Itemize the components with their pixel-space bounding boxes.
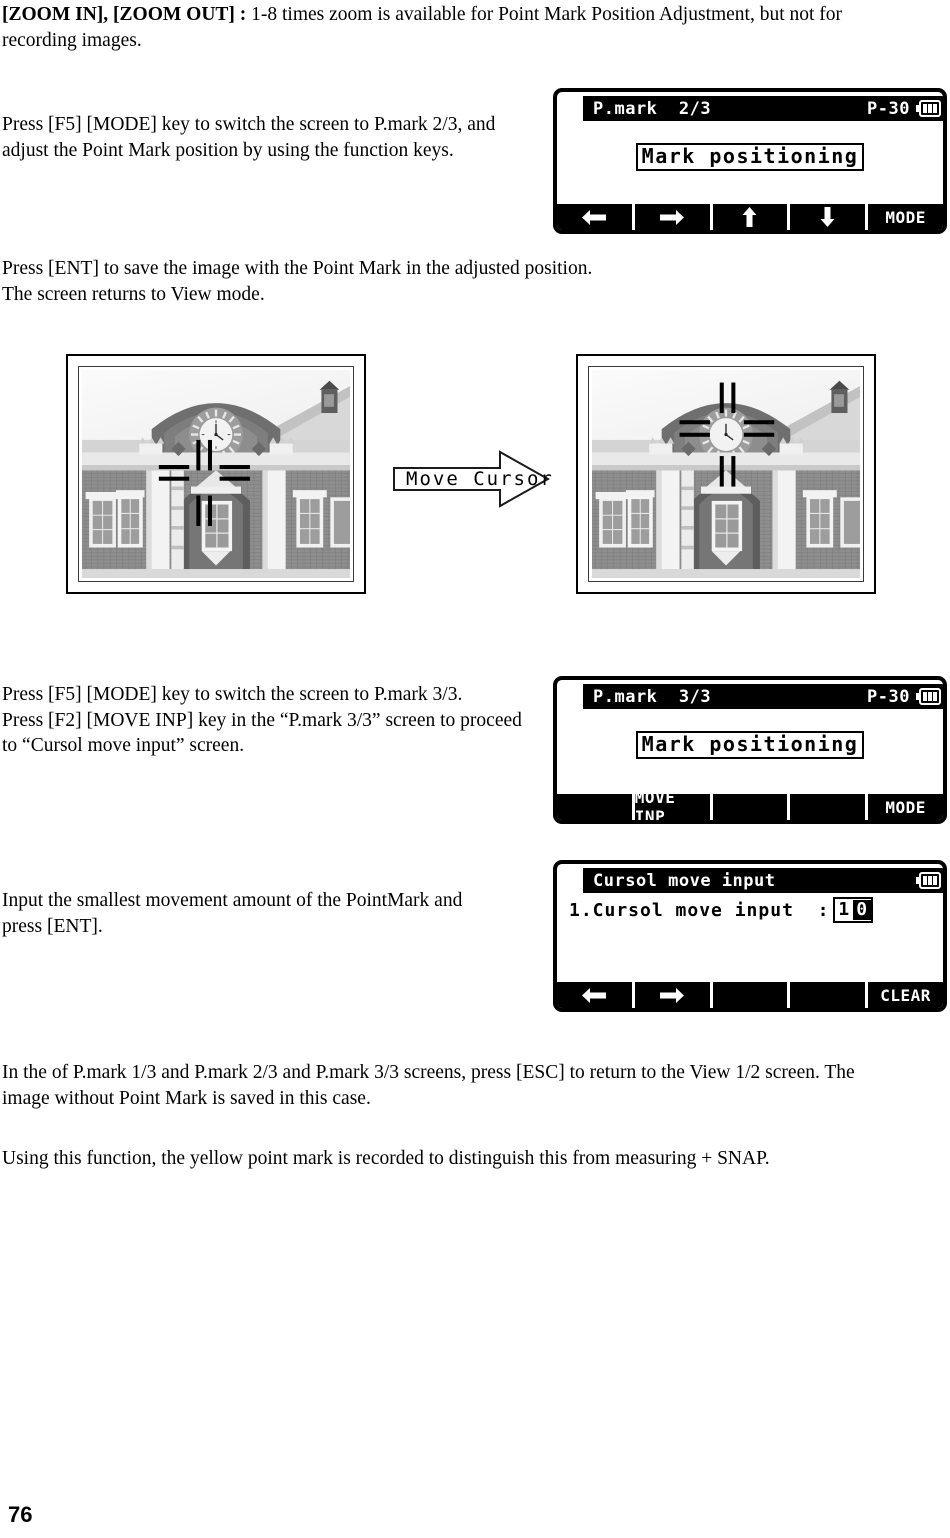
fn-key-f2-right-arrow[interactable] (635, 982, 713, 1008)
move-cursor-label: Move Cursor (406, 468, 554, 490)
battery-icon (916, 100, 941, 117)
building-photo-after (592, 370, 860, 578)
note-yellow-mark-paragraph: Using this function, the yellow point ma… (2, 1148, 770, 1169)
lcd-title-text: P.mark 3/3 (593, 686, 712, 707)
fn-key-f1-left-arrow[interactable] (557, 204, 635, 230)
cursol-move-input-row[interactable]: 1.Cursol move input : 1 0 (569, 897, 874, 923)
arrow-up-icon (741, 207, 758, 227)
lcd-screen-p-mark-3-3[interactable]: P.mark 3/3 P-30 Mark positioning MOVE IN… (553, 676, 947, 824)
fn-key-f3-blank[interactable] (713, 794, 791, 820)
note-esc-return-paragraph: In the of P.mark 1/3 and P.mark 2/3 and … (2, 1062, 855, 1109)
zoom-note-paragraph: [ZOOM IN], [ZOOM OUT] : 1-8 times zoom i… (2, 2, 907, 53)
move-cursor-arrow: Move Cursor (392, 448, 552, 510)
lcd-model-label: P-30 (867, 686, 910, 707)
arrow-left-icon (582, 209, 607, 226)
fn-key-f1-left-arrow[interactable] (557, 982, 635, 1008)
building-photo-before (82, 370, 350, 578)
lcd-body: 1.Cursol move input : 1 0 (557, 893, 943, 978)
cursol-move-input-value[interactable]: 1 0 (833, 897, 874, 923)
lcd-screen-p-mark-2-3[interactable]: P.mark 2/3 P-30 Mark positioning MODE (553, 88, 947, 234)
lcd-model-label: P-30 (867, 98, 910, 119)
function-key-bar: MOVE INP MODE (557, 788, 943, 820)
arrow-down-icon (819, 207, 836, 227)
mark-positioning-box: Mark positioning (635, 143, 865, 171)
lcd-body: Mark positioning (557, 709, 943, 790)
value-digit-2-selected: 0 (853, 900, 872, 920)
zoom-note-bold: [ZOOM IN], [ZOOM OUT] : (2, 4, 247, 25)
fn-key-f5-clear[interactable]: CLEAR (868, 982, 943, 1008)
mark-positioning-box: Mark positioning (635, 731, 865, 759)
photo-frame-after (576, 354, 876, 594)
value-digit-1: 1 (838, 899, 851, 920)
battery-icon (916, 688, 941, 705)
function-key-bar: CLEAR (557, 982, 943, 1008)
lcd-body: Mark positioning (557, 121, 943, 200)
fn-key-f3-blank[interactable] (713, 982, 791, 1008)
photo-frame-before (66, 354, 366, 594)
function-key-bar: MODE (557, 204, 943, 230)
fn-key-f2-right-arrow[interactable] (635, 204, 713, 230)
lcd-titlebar: Cursol move input (583, 868, 943, 893)
step-mode-2-3-paragraph: Press [F5] [MODE] key to switch the scre… (2, 114, 496, 161)
lcd-title-text: Cursol move input (593, 870, 776, 891)
arrow-right-icon (660, 209, 685, 226)
lcd-titlebar: P.mark 3/3 P-30 (583, 684, 943, 709)
fn-key-f2-move-inp[interactable]: MOVE INP (635, 788, 713, 820)
fn-key-f5-mode[interactable]: MODE (868, 794, 943, 820)
step-mode-3-3-paragraph: Press [F5] [MODE] key to switch the scre… (2, 684, 522, 756)
lcd-titlebar: P.mark 2/3 P-30 (583, 96, 943, 121)
lcd-title-text: P.mark 2/3 (593, 98, 712, 119)
fn-key-f4-blank[interactable] (790, 982, 869, 1008)
lcd-screen-cursol-move-input[interactable]: Cursol move input 1.Cursol move input : … (553, 860, 947, 1012)
arrow-left-icon (582, 987, 607, 1004)
fn-key-f4-down-arrow[interactable] (790, 204, 869, 230)
photo-inner-border (588, 366, 864, 582)
photo-inner-border (78, 366, 354, 582)
arrow-right-icon (660, 987, 685, 1004)
fn-key-f4-blank[interactable] (790, 794, 869, 820)
cursol-move-input-label: 1.Cursol move input : (569, 899, 830, 921)
step-ent-save-paragraph: Press [ENT] to save the image with the P… (2, 258, 593, 305)
fn-key-f5-mode[interactable]: MODE (868, 204, 943, 230)
battery-icon (916, 872, 941, 889)
step-input-amount-paragraph: Input the smallest movement amount of th… (2, 890, 463, 937)
fn-key-f3-up-arrow[interactable] (713, 204, 791, 230)
page-number: 76 (8, 1502, 33, 1527)
fn-key-f1-blank[interactable] (557, 794, 635, 820)
